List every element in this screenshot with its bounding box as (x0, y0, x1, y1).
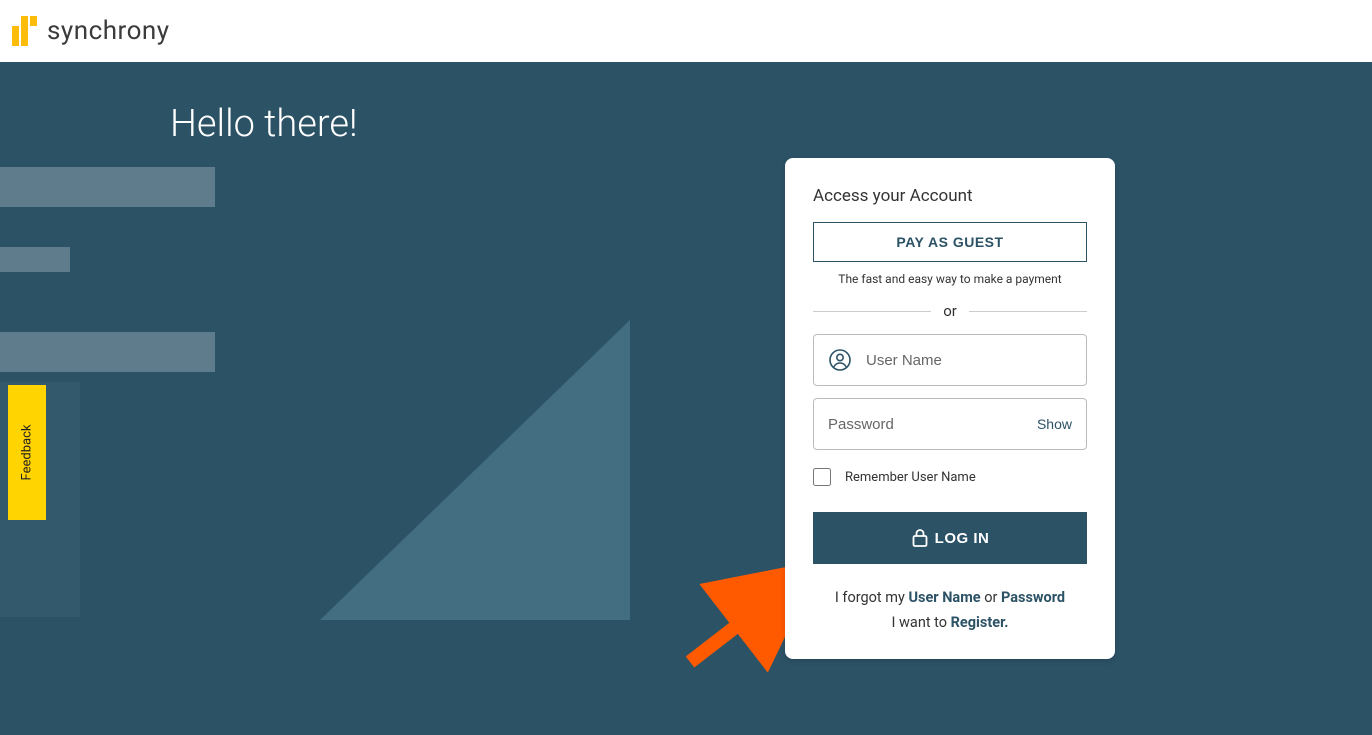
hero-section: Hello there! Feedback Access your Accoun… (0, 62, 1372, 735)
forgot-prefix: I forgot my (835, 589, 909, 606)
remember-checkbox[interactable] (813, 468, 831, 486)
login-button[interactable]: LOG IN (813, 512, 1087, 564)
forgot-or: or (981, 589, 1001, 606)
feedback-label: Feedback (20, 425, 35, 481)
decorative-triangle (320, 320, 630, 620)
remember-row: Remember User Name (813, 468, 1087, 486)
decorative-block (0, 332, 215, 372)
help-links: I forgot my User Name or Password I want… (813, 586, 1087, 635)
username-input[interactable] (866, 352, 1072, 369)
guest-subtext: The fast and easy way to make a payment (813, 272, 1087, 286)
brand-logo-icon (12, 16, 37, 46)
or-text: or (943, 302, 957, 320)
remember-label: Remember User Name (845, 470, 976, 485)
login-button-label: LOG IN (935, 530, 990, 547)
forgot-username-link[interactable]: User Name (908, 589, 980, 606)
brand-logo: synchrony (12, 16, 170, 46)
user-icon (828, 348, 852, 372)
decorative-block (0, 167, 215, 207)
card-title: Access your Account (813, 186, 1087, 206)
password-field-wrapper: Show (813, 398, 1087, 450)
login-card: Access your Account PAY AS GUEST The fas… (785, 158, 1115, 659)
lock-icon (911, 528, 929, 548)
register-prefix: I want to (892, 614, 951, 631)
brand-name: synchrony (47, 16, 170, 46)
header: synchrony (0, 0, 1372, 62)
decorative-block (0, 247, 70, 272)
password-input[interactable] (828, 416, 1037, 433)
or-divider: or (813, 302, 1087, 320)
register-link[interactable]: Register. (951, 614, 1009, 631)
show-password-button[interactable]: Show (1037, 416, 1072, 432)
pay-as-guest-button[interactable]: PAY AS GUEST (813, 222, 1087, 262)
forgot-password-link[interactable]: Password (1001, 589, 1065, 606)
username-field-wrapper (813, 334, 1087, 386)
greeting-text: Hello there! (170, 102, 358, 146)
feedback-tab[interactable]: Feedback (8, 385, 46, 520)
